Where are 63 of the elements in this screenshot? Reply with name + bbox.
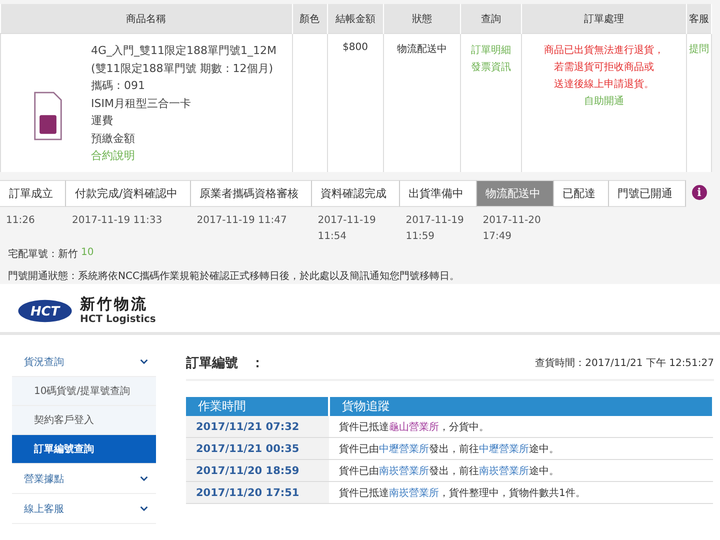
column-header: 作業時間 xyxy=(186,397,329,416)
progress-step: 已配達 xyxy=(554,180,609,207)
time-cell: 2017/11/20 17:51 xyxy=(186,482,329,504)
product-detail: 預繳金額 xyxy=(91,130,136,146)
logo-icon: HCT xyxy=(16,299,74,323)
info-icon[interactable]: i xyxy=(692,185,707,200)
sidebar-item[interactable]: 營業據點 xyxy=(12,464,156,494)
tracking-cell: 貨件已由南崁營業所發出，前往南崁營業所途中。 xyxy=(329,460,713,482)
product-detail: 4G_入門_雙11限定188單門號1_12M xyxy=(91,43,277,59)
query-time: 查貨時間：2017/11/21 下午 12:51:27 xyxy=(535,356,714,370)
column-header: 結帳金額 xyxy=(327,4,384,34)
brand-subtitle: HCT Logistics xyxy=(80,313,156,326)
tracking-cell: 貨件已抵達龜山營業所，分貨中。 xyxy=(329,416,713,438)
progress-step: 物流配送中 xyxy=(476,180,554,207)
return-notice: 送達後線上申請退貨。 xyxy=(554,78,654,92)
ask-link[interactable]: 提問 xyxy=(689,44,709,55)
step-time: 17:49 xyxy=(482,230,513,244)
return-notice: 商品已出貨無法進行退貨， xyxy=(544,44,664,58)
progress-step: 訂單成立 xyxy=(0,180,66,207)
step-date: 2017-11-19 xyxy=(406,214,465,228)
column-header: 顏色 xyxy=(292,4,328,34)
sidebar-item[interactable]: 契約客戶登入 xyxy=(12,406,156,435)
sidebar-item[interactable]: 訂單編號查詢 xyxy=(12,435,156,464)
column-header: 客服 xyxy=(686,4,712,34)
step-date: 2017-11-19 11:47 xyxy=(196,214,288,228)
progress-step: 出貨準備中 xyxy=(400,180,477,207)
progress-step: 付款完成/資料確認中 xyxy=(66,180,191,207)
return-notice: 若需退貨可拒收商品或 xyxy=(554,60,654,75)
sidebar-item[interactable]: 10碼貨號/提單號查詢 xyxy=(12,377,156,406)
amount-text: $800 xyxy=(342,42,368,53)
status-text: 物流配送中 xyxy=(397,44,448,55)
product-detail: (雙11限定188單門號 期數：12個月) xyxy=(91,60,274,76)
column-header: 狀態 xyxy=(384,4,461,34)
step-date: 2017-11-19 xyxy=(318,214,377,228)
product-detail: 攜碼：091 xyxy=(91,78,146,94)
product-detail: 運費 xyxy=(91,113,114,129)
activation-note: 門號開通狀態：系統將依NCC攜碼作業規範於確認正式移轉日後，於此處以及簡訊通知您門號移轉日。 xyxy=(7,270,460,283)
column-header: 商品名稱 xyxy=(0,4,292,34)
tracking-cell: 貨件已由中壢營業所發出，前往中壢營業所途中。 xyxy=(329,438,713,460)
progress-step: 門號已開通 xyxy=(608,180,686,207)
product-detail: ISIM月租型三合一卡 xyxy=(91,96,192,112)
progress-step: 資料確認完成 xyxy=(312,180,400,207)
time-cell: 2017/11/21 07:32 xyxy=(186,416,329,438)
time-cell: 2017/11/20 18:59 xyxy=(186,460,329,482)
tracking-cell: 貨件已抵達南崁營業所，貨件整理中，貨物件數共1件。 xyxy=(329,482,713,504)
column-header: 貨物追蹤 xyxy=(329,397,713,416)
column-header: 查詢 xyxy=(460,4,522,34)
chevron-down-icon xyxy=(140,506,148,511)
column-header: 訂單處理 xyxy=(521,4,686,34)
step-time: 11:59 xyxy=(406,230,436,244)
step-time: 11:26 xyxy=(6,214,36,228)
step-date: 2017-11-20 xyxy=(482,214,542,228)
chevron-down-icon xyxy=(140,476,148,481)
sidebar-item[interactable]: 線上客服 xyxy=(12,494,156,524)
step-date: 2017-11-19 11:33 xyxy=(72,214,164,228)
step-time: 11:54 xyxy=(318,230,348,244)
time-cell: 2017/11/21 00:35 xyxy=(186,438,329,460)
order-number-label: 訂單編號 ： xyxy=(186,355,264,372)
progress-step: 原業者攜碼資格審核 xyxy=(190,180,312,207)
delivery-label: 宅配單號：新竹 xyxy=(8,248,78,261)
query-link[interactable]: 發票資訊 xyxy=(470,59,511,76)
brand-name: 新竹物流 xyxy=(80,296,149,313)
chevron-down-icon xyxy=(140,359,148,364)
